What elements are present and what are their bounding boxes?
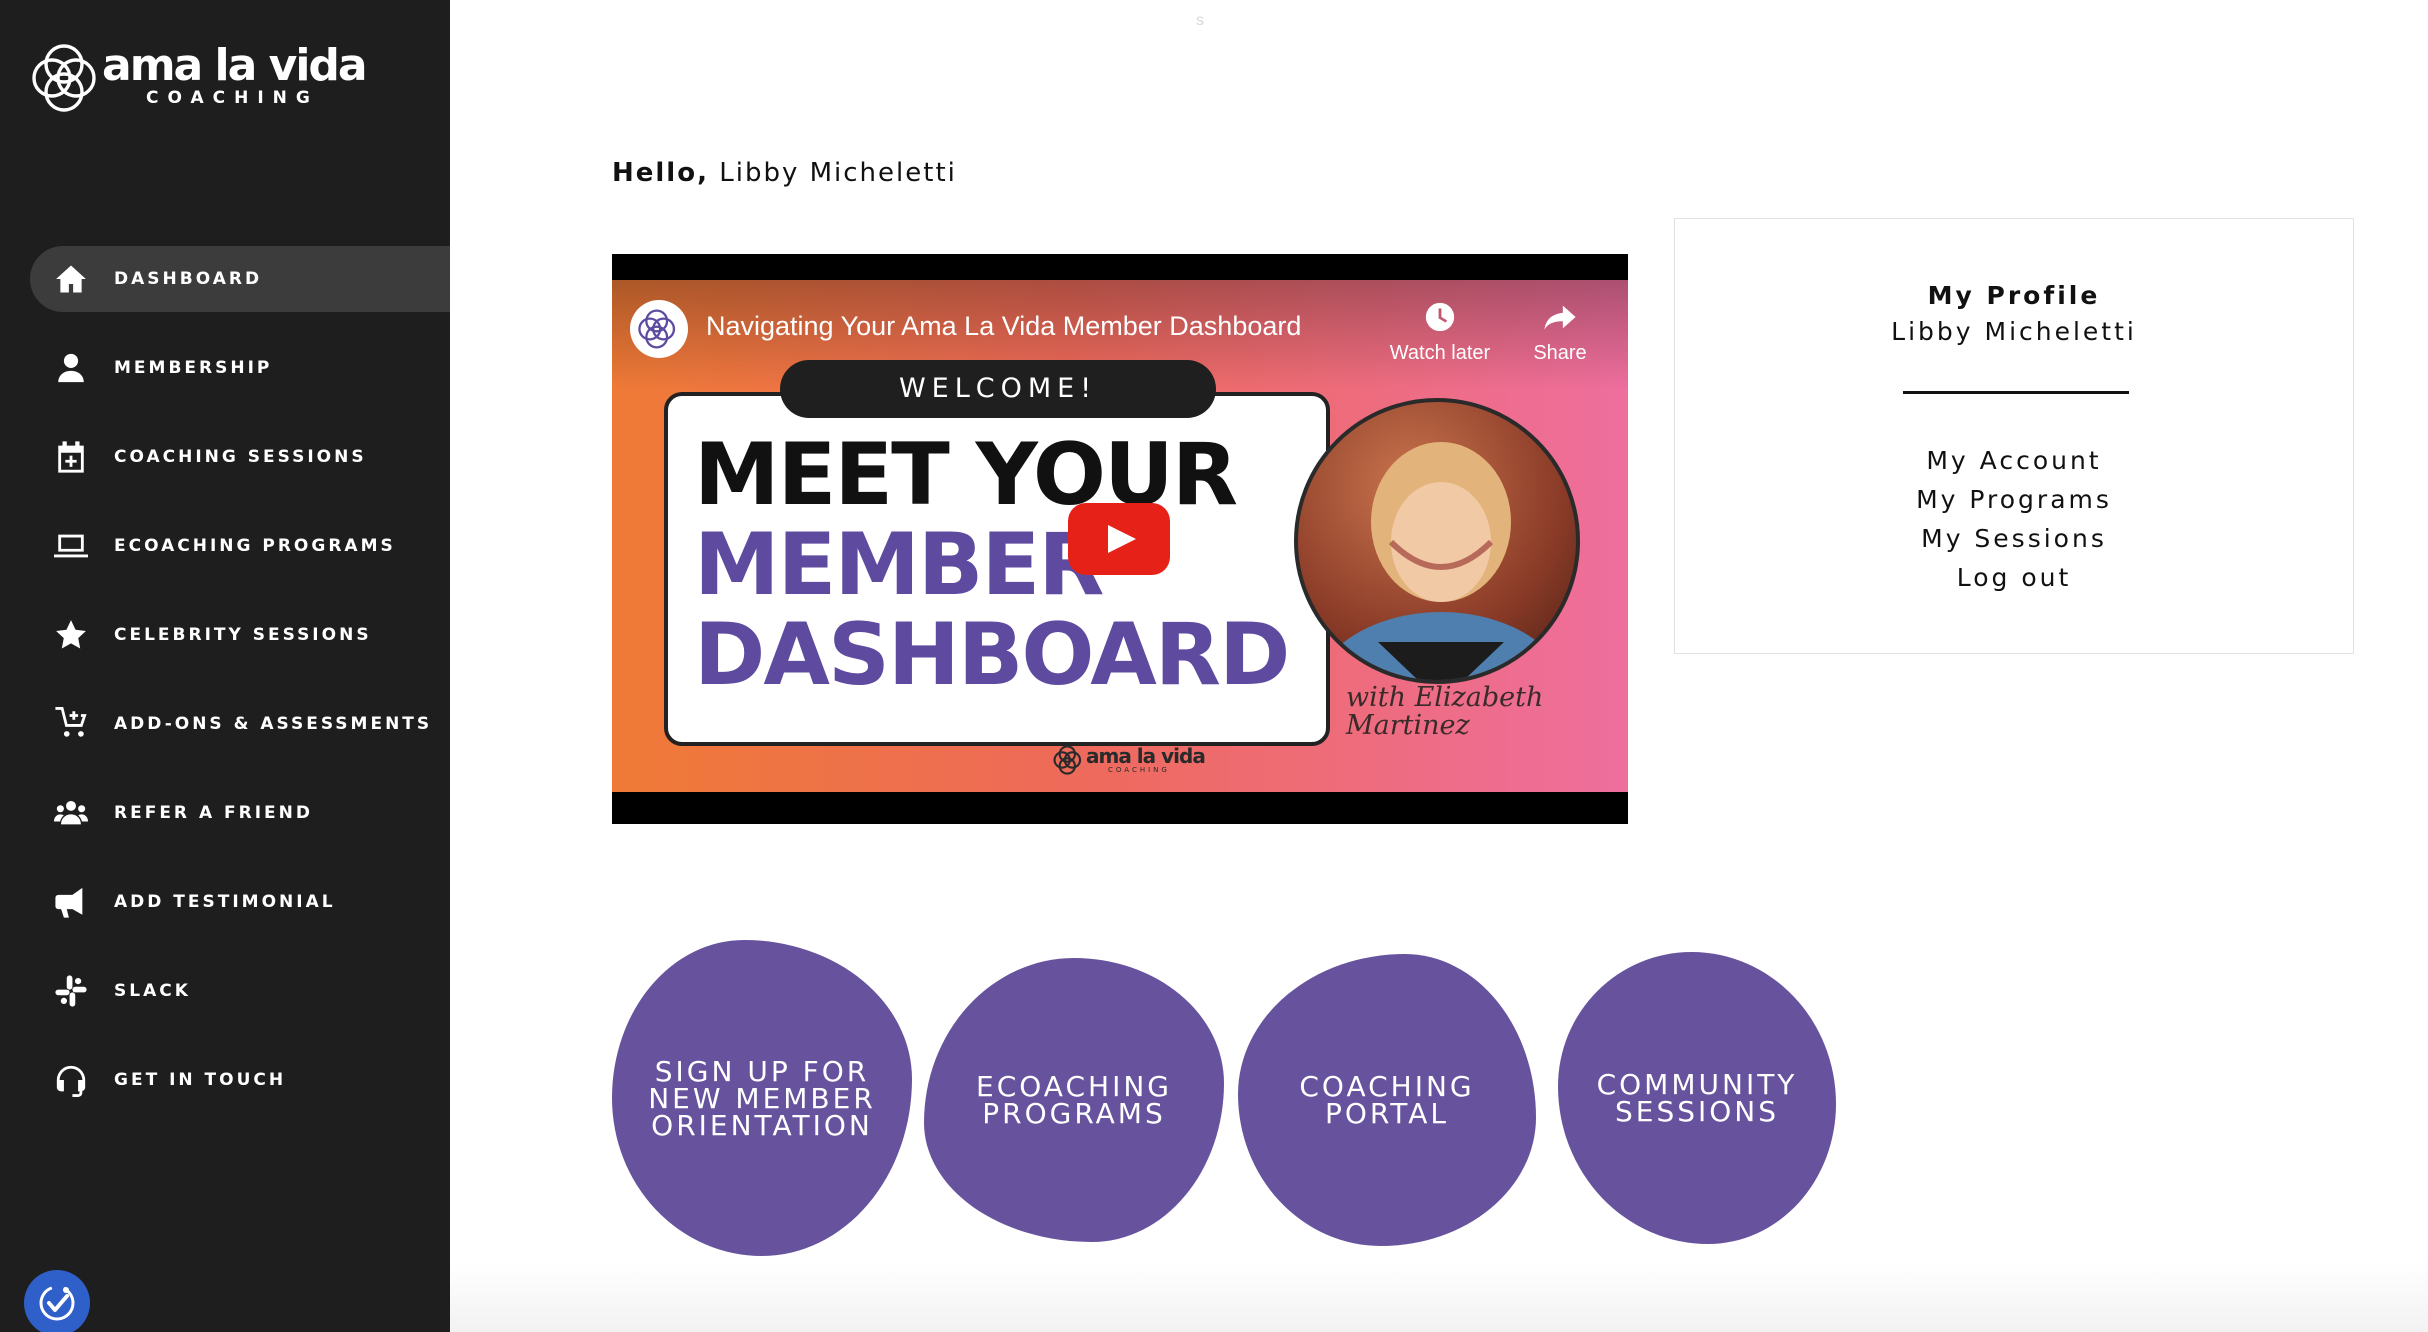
sidebar-item-ecoaching-programs[interactable]: ECOACHING PROGRAMS xyxy=(30,513,450,579)
share-button[interactable]: Share xyxy=(1500,300,1620,365)
new-member-orientation-button[interactable]: SIGN UP FOR NEW MEMBER ORIENTATION xyxy=(612,940,912,1256)
sidebar-item-label: ADD-ONS & ASSESSMENTS xyxy=(114,714,433,734)
log-out-link[interactable]: Log out xyxy=(1675,558,2353,597)
headset-icon xyxy=(52,1061,90,1099)
share-arrow-icon xyxy=(1544,305,1576,330)
presenter-credit-line-1: with Elizabeth xyxy=(1346,682,1544,713)
page-bottom-fade xyxy=(450,1262,2428,1332)
video-embed[interactable]: Navigating Your Ama La Vida Member Dashb… xyxy=(612,254,1628,824)
my-programs-link[interactable]: My Programs xyxy=(1675,480,2353,519)
coaching-portal-button[interactable]: COACHING PORTAL xyxy=(1238,954,1536,1246)
profile-divider xyxy=(1903,391,2129,394)
sidebar-item-membership[interactable]: MEMBERSHIP xyxy=(30,335,450,401)
blob-label: SIGN UP FOR NEW MEMBER ORIENTATION xyxy=(648,1054,876,1142)
sidebar-item-celebrity-sessions[interactable]: CELEBRITY SESSIONS xyxy=(30,602,450,668)
watch-later-button[interactable]: Watch later xyxy=(1380,300,1500,365)
blob-label: ECOACHING PROGRAMS xyxy=(976,1070,1172,1130)
channel-avatar[interactable] xyxy=(630,300,688,358)
my-sessions-link[interactable]: My Sessions xyxy=(1675,519,2353,558)
profile-name: Libby Micheletti xyxy=(1891,317,2137,346)
sidebar-item-label: CELEBRITY SESSIONS xyxy=(114,625,372,645)
brand-tagline: COACHING xyxy=(146,88,319,108)
sidebar-item-add-testimonial[interactable]: ADD TESTIMONIAL xyxy=(30,869,450,935)
welcome-pill: WELCOME! xyxy=(780,360,1216,418)
calendar-plus-icon xyxy=(52,438,90,476)
brand-name: ama la vida xyxy=(102,40,368,91)
profile-card: My Profile Libby Micheletti My Account M… xyxy=(1674,218,2354,654)
star-icon xyxy=(52,616,90,654)
sidebar-item-label: ECOACHING PROGRAMS xyxy=(114,536,396,556)
logo-knot-icon xyxy=(32,44,96,112)
sidebar-item-slack[interactable]: SLACK xyxy=(30,958,450,1024)
sidebar-item-refer-a-friend[interactable]: REFER A FRIEND xyxy=(30,780,450,846)
brand-logo[interactable]: ama la vida COACHING xyxy=(28,38,368,118)
presenter-credit: with Elizabeth Martinez xyxy=(1346,684,1543,740)
thumbnail-brand-name: ama la vida xyxy=(1086,744,1206,768)
accessibility-button[interactable] xyxy=(24,1270,90,1332)
cart-plus-icon xyxy=(52,705,90,743)
accessibility-icon xyxy=(39,1285,75,1321)
laptop-icon xyxy=(52,527,90,565)
sidebar-item-label: SLACK xyxy=(114,981,191,1001)
user-icon xyxy=(52,349,90,387)
greeting: Hello, Libby Micheletti xyxy=(612,158,957,188)
greeting-name: Libby Micheletti xyxy=(719,158,957,188)
video-title[interactable]: Navigating Your Ama La Vida Member Dashb… xyxy=(706,311,1301,342)
sidebar-item-label: GET IN TOUCH xyxy=(114,1070,287,1090)
users-icon xyxy=(52,794,90,832)
ecoaching-programs-button[interactable]: ECOACHING PROGRAMS xyxy=(924,958,1224,1242)
sidebar-item-label: MEMBERSHIP xyxy=(114,358,273,378)
profile-heading: My Profile xyxy=(1927,281,2101,310)
home-icon xyxy=(52,260,90,298)
thumbnail-logo: ama la vida COACHING xyxy=(1052,742,1206,782)
watch-later-label: Watch later xyxy=(1389,342,1491,364)
headline-line-3: DASHBOARD xyxy=(694,605,1290,705)
sidebar-item-label: DASHBOARD xyxy=(114,269,263,289)
sidebar-nav: DASHBOARD MEMBERSHIP COACHING SESSIONS E… xyxy=(30,246,450,1136)
blob-label: COACHING PORTAL xyxy=(1299,1070,1475,1130)
presenter-photo xyxy=(1294,398,1580,684)
greeting-prefix: Hello, xyxy=(612,158,709,188)
logo-knot-icon xyxy=(638,309,676,349)
logo-knot-icon xyxy=(1053,745,1082,775)
sidebar-item-add-ons-assessments[interactable]: ADD-ONS & ASSESSMENTS xyxy=(30,691,450,757)
community-sessions-button[interactable]: COMMUNITY SESSIONS xyxy=(1558,952,1836,1244)
sidebar: ama la vida COACHING DASHBOARD MEMBERSHI… xyxy=(0,0,450,1332)
sidebar-item-label: COACHING SESSIONS xyxy=(114,447,367,467)
sidebar-item-label: REFER A FRIEND xyxy=(114,803,313,823)
megaphone-icon xyxy=(52,883,90,921)
sidebar-item-get-in-touch[interactable]: GET IN TOUCH xyxy=(30,1047,450,1113)
presenter-credit-line-2: Martinez xyxy=(1346,710,1470,741)
blob-label: COMMUNITY SESSIONS xyxy=(1596,1068,1798,1128)
my-account-link[interactable]: My Account xyxy=(1675,441,2353,480)
youtube-play-icon[interactable] xyxy=(1068,503,1170,575)
video-thumbnail[interactable]: Navigating Your Ama La Vida Member Dashb… xyxy=(612,280,1628,792)
sidebar-item-coaching-sessions[interactable]: COACHING SESSIONS xyxy=(30,424,450,490)
share-label: Share xyxy=(1533,342,1587,364)
presenter-illustration xyxy=(1314,442,1568,680)
slack-icon xyxy=(52,972,90,1010)
thumbnail-brand-tagline: COACHING xyxy=(1108,766,1170,774)
clock-icon xyxy=(1425,302,1455,332)
headline-line-2: MEMBER xyxy=(694,515,1104,615)
sidebar-item-dashboard[interactable]: DASHBOARD xyxy=(30,246,450,312)
stray-mark: s xyxy=(1196,12,1204,29)
profile-links: My Account My Programs My Sessions Log o… xyxy=(1675,441,2353,597)
sidebar-item-label: ADD TESTIMONIAL xyxy=(114,892,336,912)
